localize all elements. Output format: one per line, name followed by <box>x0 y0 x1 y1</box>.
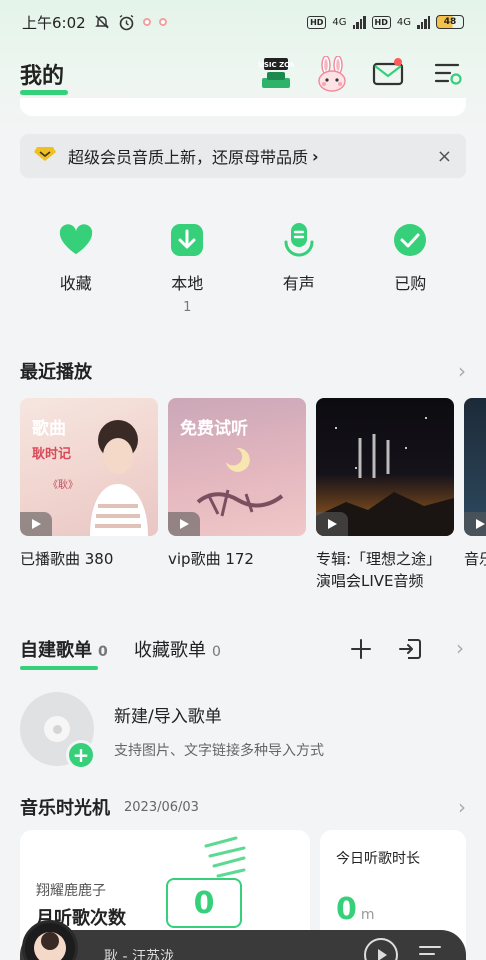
battery-icon: 48 <box>436 15 464 29</box>
hd-badge-2: HD <box>371 15 391 29</box>
tab-created-playlists[interactable]: 自建歌单 0 <box>20 636 108 662</box>
recent-card[interactable]: 耿时记 《耿》 歌曲 已播歌曲 380 <box>20 398 158 570</box>
quick-action-local[interactable]: 本地 1 <box>132 222 244 316</box>
play-icon[interactable] <box>316 512 348 536</box>
alarm-icon <box>118 14 135 31</box>
svg-text:耿时记: 耿时记 <box>32 446 71 462</box>
recent-section-header[interactable]: 最近播放 › <box>20 358 466 384</box>
today-listen-value-row: 0m <box>336 892 375 927</box>
mail-icon[interactable] <box>370 56 406 92</box>
chevron-right-icon[interactable]: › <box>458 359 466 383</box>
hd-badge: HD <box>307 15 327 29</box>
quick-action-label: 收藏 <box>59 274 92 293</box>
page-title[interactable]: 我的 <box>20 58 64 90</box>
recent-card-caption: vip歌曲 172 <box>168 550 254 568</box>
recent-list: 耿时记 《耿》 歌曲 已播歌曲 380 免费试听 vip歌曲 172 专辑:「理… <box>20 398 486 598</box>
recent-card-caption: 专辑:「理想之途」演唱会LIVE音频 <box>316 550 442 590</box>
recent-cover <box>316 398 454 536</box>
quick-action-label: 有声 <box>282 274 315 293</box>
time-machine-header[interactable]: 音乐时光机 2023/06/03 › <box>20 794 466 820</box>
quick-action-label: 已购 <box>394 274 427 293</box>
recent-card-caption: 音乐 <box>464 550 486 568</box>
quick-action-audio[interactable]: 有声 <box>243 222 355 316</box>
time-machine-date: 2023/06/03 <box>124 799 199 815</box>
network-label-2: 4G <box>396 16 411 28</box>
play-icon[interactable] <box>464 512 486 536</box>
recent-card-caption: 已播歌曲 380 <box>20 550 114 568</box>
plus-icon[interactable] <box>350 638 372 664</box>
close-icon[interactable]: × <box>437 146 452 167</box>
tab-label: 自建歌单 <box>20 640 92 661</box>
tab-label: 收藏歌单 <box>134 640 206 661</box>
new-playlist-subtitle: 支持图片、文字链接多种导入方式 <box>114 743 324 759</box>
recent-cover <box>464 398 486 536</box>
vip-diamond-icon <box>34 146 56 166</box>
playlist-queue-icon[interactable] <box>418 944 442 960</box>
chevron-right-icon: › <box>312 146 319 166</box>
today-listen-label: 今日听歌时长 <box>336 851 420 867</box>
quick-action-count: 1 <box>183 300 192 315</box>
recent-card-tag: 免费试听 <box>180 419 248 439</box>
mail-unread-dot <box>394 58 402 66</box>
active-tab-underline <box>20 666 98 670</box>
new-playlist-item[interactable]: + 新建/导入歌单 支持图片、文字链接多种导入方式 <box>20 692 466 772</box>
signal-icon-2 <box>417 15 430 29</box>
heart-icon <box>58 222 94 258</box>
card-strip <box>20 98 466 116</box>
rabbit-avatar-icon[interactable] <box>314 56 350 92</box>
tab-collected-playlists[interactable]: 收藏歌单 0 <box>134 636 221 662</box>
tab-count: 0 <box>212 644 221 660</box>
notification-dot-icon <box>142 18 151 26</box>
chevron-right-icon[interactable]: › <box>456 636 464 660</box>
quick-actions: 收藏 本地 1 有声 已购 <box>20 222 466 316</box>
music-zone-icon[interactable]: MUSIC ZONE <box>258 56 294 92</box>
mini-player[interactable] <box>20 930 466 960</box>
today-listen-unit: m <box>360 907 375 923</box>
mute-bell-icon <box>94 14 110 30</box>
chevron-right-icon[interactable]: › <box>458 795 466 819</box>
tab-count: 0 <box>98 644 108 660</box>
recent-cover: 耿时记 《耿》 歌曲 <box>20 398 158 536</box>
time-machine-title: 音乐时光机 <box>20 798 110 819</box>
recent-card[interactable]: 专辑:「理想之途」演唱会LIVE音频 <box>316 398 454 592</box>
download-icon <box>169 222 205 258</box>
settings-menu-icon[interactable] <box>430 56 466 92</box>
add-playlist-icon[interactable]: + <box>66 740 96 770</box>
status-bar: 上午6:02 HD 4G HD 4G 48 <box>0 0 486 44</box>
check-icon <box>392 222 428 258</box>
svg-text:《耿》: 《耿》 <box>48 478 78 491</box>
monthly-listen-value: 0 <box>166 878 242 928</box>
player-play-button[interactable] <box>364 938 398 960</box>
recent-cover: 免费试听 <box>168 398 306 536</box>
page-header: 我的 MUSIC ZONE <box>0 52 486 98</box>
signal-icon <box>352 15 366 29</box>
today-listen-value: 0 <box>336 892 357 927</box>
recent-card-tag: 歌曲 <box>32 419 66 439</box>
player-track-text: 耿 - 汪苏泷 <box>104 949 174 960</box>
play-icon <box>378 949 387 960</box>
import-icon[interactable] <box>398 638 422 664</box>
title-underline <box>20 90 68 95</box>
vip-banner-text: 超级会员音质上新，还原母带品质 <box>68 148 309 167</box>
username: 翔耀鹿鹿子 <box>36 883 106 899</box>
play-icon[interactable] <box>20 512 52 536</box>
status-time: 上午6:02 <box>22 13 86 32</box>
new-playlist-title: 新建/导入歌单 <box>114 707 222 727</box>
play-icon[interactable] <box>168 512 200 536</box>
recent-card[interactable]: 免费试听 vip歌曲 172 <box>168 398 306 570</box>
quick-action-purchased[interactable]: 已购 <box>355 222 467 316</box>
notification-dot-icon-2 <box>158 18 167 26</box>
playlist-tabs: 自建歌单 0 收藏歌单 0 › <box>20 636 466 676</box>
recent-card[interactable]: 音乐 <box>464 398 486 570</box>
microphone-icon <box>281 222 317 258</box>
music-zone-badge: MUSIC ZONE <box>258 61 294 69</box>
recent-title: 最近播放 <box>20 362 92 383</box>
quick-action-favorites[interactable]: 收藏 <box>20 222 132 316</box>
network-label: 4G <box>332 16 347 28</box>
quick-action-label: 本地 <box>171 274 204 293</box>
vip-banner[interactable]: 超级会员音质上新，还原母带品质 › × <box>20 134 466 178</box>
